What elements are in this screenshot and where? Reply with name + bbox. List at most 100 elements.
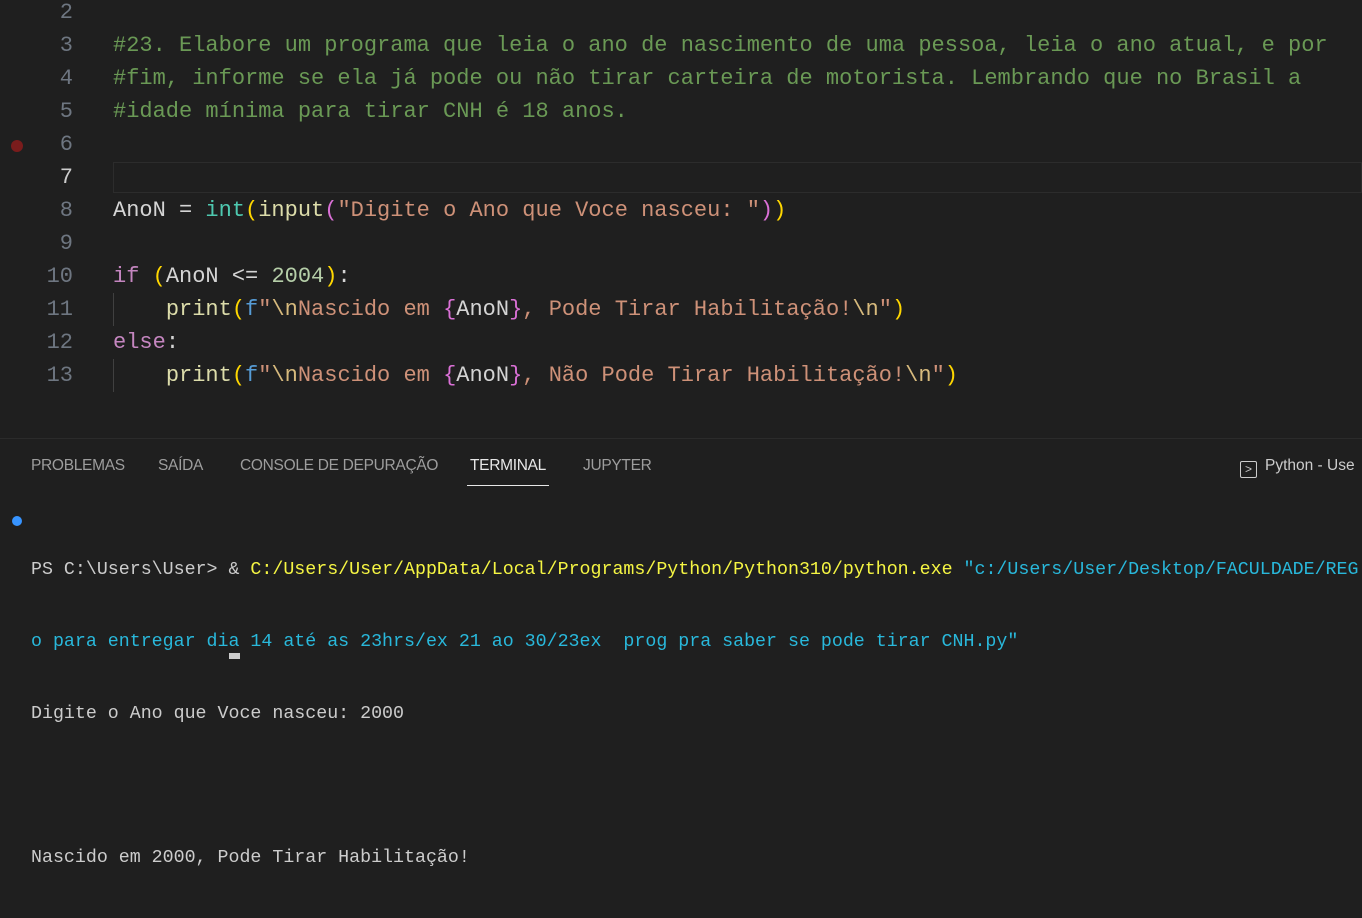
code-token-func: input [258,198,325,223]
code-token-b1: ( [231,297,246,322]
code-line[interactable]: 2 [0,0,1362,29]
code-text: AnoN = int(input("Digite o Ano que Voce … [113,194,786,227]
code-token-esc: \n [852,297,879,322]
tab-saida[interactable]: SAÍDA [158,457,203,475]
code-line[interactable]: 8 AnoN = int(input("Digite o Ano que Voce… [0,194,1362,227]
code-token-plain: = [165,198,206,223]
code-token-plain: : [337,264,351,289]
code-line[interactable]: 9 [0,227,1362,260]
code-line[interactable]: 12 else: [0,326,1362,359]
code-line[interactable]: 6 [0,128,1362,161]
code-token-fpre: f [245,297,259,322]
code-token-b2: } [509,363,523,388]
code-token-b2: { [443,363,457,388]
code-line[interactable]: 10 if (AnoN <= 2004): [0,260,1362,293]
code-token-b2: { [443,297,457,322]
code-token-func: print [165,297,232,322]
tab-terminal[interactable]: TERMINAL [467,457,549,486]
code-token-esc: \n [905,363,932,388]
code-token-b1: ( [245,198,259,223]
code-token-str: , Pode Tirar Habilitação! [522,297,853,322]
code-token-b1: ) [944,363,958,388]
code-token-str: Nascido em [297,363,444,388]
code-token-str: " [931,363,945,388]
code-token-str: " [258,297,272,322]
line-number[interactable]: 9 [0,227,73,260]
code-token-var: AnoN [113,198,166,223]
tab-jupyter[interactable]: JUPYTER [583,457,652,475]
code-text: else: [113,326,179,359]
code-text: print(f"\nNascido em {AnoN}, Não Pode Ti… [113,359,958,392]
code-line[interactable]: 3 #23. Elabore um programa que leia o ano… [0,29,1362,62]
code-token-fpre: f [245,363,259,388]
code-text: #fim, informe se ela já pode ou não tira… [113,62,1301,95]
code-text: if (AnoN <= 2004): [113,260,351,293]
code-text: print(f"\nNascido em {AnoN}, Pode Tirar … [113,293,905,326]
code-token-plain: : [165,330,180,355]
code-token-b2: ( [324,198,338,223]
code-line[interactable]: 13 print(f"\nNascido em {AnoN}, Não Pode… [0,359,1362,392]
code-token-kw: if [113,264,140,289]
terminal-exe-path: C:/Users/User/AppData/Local/Programs/Pyt… [250,560,953,580]
code-token-plain: <= [218,264,272,289]
line-number[interactable]: 3 [0,29,73,62]
code-token-str: " [258,363,272,388]
code-token-builtin: int [205,198,246,223]
code-line[interactable]: 5 #idade mínima para tirar CNH é 18 anos. [0,95,1362,128]
terminal-script-arg: "c:/Users/User/Desktop/FACULDADE/REG [952,560,1359,580]
code-token-str: Nascido em [297,297,444,322]
code-token-b2: } [509,297,523,322]
terminal-selector-label: Python - Use [1265,457,1355,474]
line-number[interactable]: 13 [0,359,73,392]
code-token-var: AnoN [456,363,510,388]
code-token-var: AnoN [456,297,510,322]
line-number[interactable]: 11 [0,293,73,326]
line-number[interactable]: 8 [0,194,73,227]
code-token-b1: ) [773,198,787,223]
code-token-b2: ) [759,198,774,223]
command-status-dot-icon[interactable] [12,516,22,526]
code-token-str: "Digite o Ano que Voce nasceu: " [337,198,760,223]
code-token-esc: \n [271,363,298,388]
code-token-b1: ) [891,297,906,322]
line-number[interactable]: 2 [0,0,73,29]
terminal-output[interactable]: PS C:\Users\User> & C:/Users/User/AppDat… [31,510,1358,918]
terminal-script-arg-cont: o para entregar dia 14 até as 23hrs/ex 2… [31,632,1019,652]
bottom-panel: PROBLEMAS SAÍDA CONSOLE DE DEPURAÇÃO TER… [0,438,1362,868]
code-token-comment: #idade mínima para tirar CNH é 18 anos. [113,99,628,124]
terminal-icon: > [1240,461,1257,478]
line-number[interactable]: 12 [0,326,73,359]
terminal-output-line: Nascido em 2000, Pode Tirar Habilitação! [31,848,470,868]
terminal-selector[interactable]: > Python - Use [1240,457,1355,478]
code-line[interactable]: 4 #fim, informe se ela já pode ou não tir… [0,62,1362,95]
line-number[interactable]: 4 [0,62,73,95]
code-token-b1: ( [231,363,246,388]
line-number[interactable]: 5 [0,95,73,128]
code-line[interactable]: 11 print(f"\nNascido em {AnoN}, Pode Tir… [0,293,1362,326]
code-token-num: 2004 [271,264,325,289]
code-token-str: , Não Pode Tirar Habilitação! [522,363,906,388]
code-token-b1: ) [324,264,338,289]
terminal-prompt: PS C:\Users\User> & [31,560,251,580]
line-number[interactable]: 6 [0,128,73,161]
line-number[interactable]: 7 [0,161,73,194]
tab-problemas[interactable]: PROBLEMAS [31,457,125,475]
code-editor[interactable]: 2 3 #23. Elabore um programa que leia o an… [0,0,1362,438]
code-text: #idade mínima para tirar CNH é 18 anos. [113,95,628,128]
code-line[interactable]: 7 [0,161,1362,194]
code-token-var: AnoN [165,264,219,289]
code-token-comment: #23. Elabore um programa que leia o ano … [113,33,1328,58]
code-token-kw: else [113,330,166,355]
code-token-b1: ( [152,264,166,289]
line-number[interactable]: 10 [0,260,73,293]
terminal-cursor [229,653,240,659]
code-token-func: print [165,363,232,388]
tab-console-depuracao[interactable]: CONSOLE DE DEPURAÇÃO [240,457,438,475]
code-text: #23. Elabore um programa que leia o ano … [113,29,1328,62]
terminal-output-line: Digite o Ano que Voce nasceu: 2000 [31,704,404,724]
code-token-esc: \n [271,297,298,322]
